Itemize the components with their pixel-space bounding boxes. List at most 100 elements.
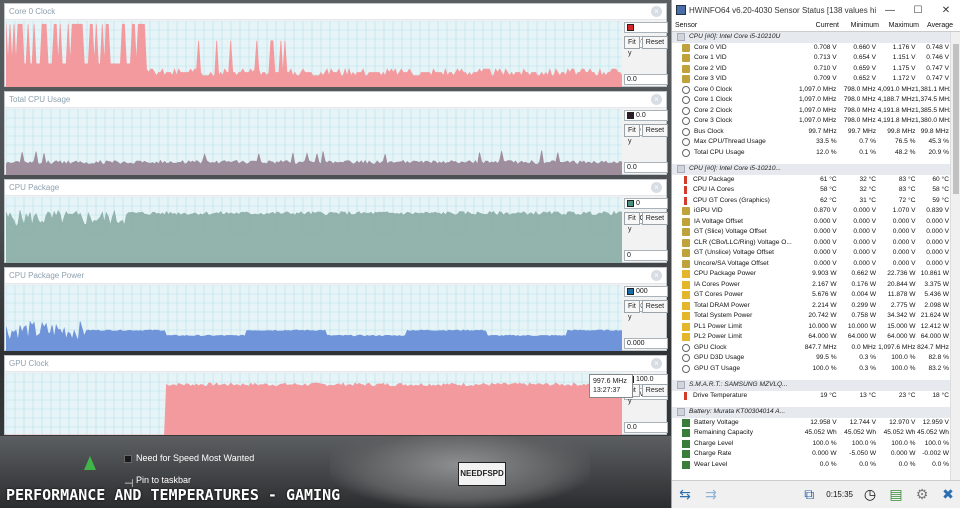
sensor-name: Core 2 VID [694, 64, 727, 72]
sensor-minimum: 798.0 MHz [843, 85, 876, 93]
reset-button[interactable]: Reset [641, 36, 669, 49]
sensor-average: 1,385.5 MHz [914, 106, 951, 114]
sensor-row[interactable]: CLR (CBo/LLC/Ring) Voltage O... 0.000 V … [672, 238, 951, 249]
legend-top-label: 0.0 [636, 112, 646, 119]
header-maximum[interactable]: Maximum [879, 20, 919, 31]
sensor-group[interactable]: S.M.A.R.T.: SAMSUNG MZVLQ... [672, 380, 951, 391]
taskbar-jump-list: Need for Speed Most Wanted ⊣ Pin to task… [122, 447, 272, 491]
close-graph-icon[interactable]: × [651, 94, 662, 105]
minimize-icon[interactable]: — [876, 5, 904, 16]
sensor-row[interactable]: Max CPU/Thread Usage 33.5 % 0.7 % 76.5 %… [672, 137, 951, 148]
color-swatch[interactable] [627, 24, 634, 31]
sensor-row[interactable]: GT Cores Power 5.676 W 0.004 W 11.878 W … [672, 290, 951, 301]
scrollbar-thumb[interactable] [953, 44, 959, 194]
sensor-name: IA Cores Power [694, 280, 740, 288]
fit-y-button[interactable]: Fit y [624, 124, 640, 145]
settings-icon[interactable]: ⚙ [911, 486, 933, 504]
sensor-average: 100.0 % [924, 439, 949, 447]
color-swatch[interactable] [627, 288, 634, 295]
jump-item-nfs[interactable]: Need for Speed Most Wanted [122, 447, 272, 469]
sensor-name: PL2 Power Limit [694, 333, 743, 340]
reset-button[interactable]: Reset [641, 300, 669, 313]
fit-y-button[interactable]: Fit y [624, 212, 640, 233]
sensor-row[interactable]: CPU Package Power 9.903 W 0.662 W 22.736… [672, 269, 951, 280]
close-icon[interactable]: ✕ [932, 5, 960, 16]
sensor-row[interactable]: GPU GT Usage 100.0 % 0.3 % 100.0 % 83.2 … [672, 364, 951, 375]
reset-button[interactable]: Reset [641, 384, 669, 397]
close-graph-icon[interactable]: × [651, 6, 662, 17]
voltage-icon [682, 207, 690, 215]
sensor-row[interactable]: Charge Level 100.0 % 100.0 % 100.0 % 100… [672, 439, 951, 450]
close-graph-icon[interactable]: × [651, 182, 662, 193]
sensor-average: 0.747 V [926, 64, 949, 72]
sensor-current: 0.000 W [812, 450, 837, 457]
sensor-row[interactable]: Core 0 Clock 1,097.0 MHz 798.0 MHz 4,091… [672, 85, 951, 96]
sensor-row[interactable]: GPU Clock 847.7 MHz 0.0 MHz 1,097.6 MHz … [672, 343, 951, 354]
sensor-group[interactable]: Battery: Murata KT00304014 A... [672, 407, 951, 418]
sensor-row[interactable]: CPU IA Cores 58 °C 32 °C 83 °C 58 °C [672, 185, 951, 196]
sensor-maximum: 20.844 W [887, 280, 916, 288]
vertical-scrollbar[interactable] [950, 32, 960, 480]
sensor-row[interactable]: Core 3 VID 0.709 V 0.652 V 1.172 V 0.747… [672, 74, 951, 85]
sensor-row[interactable]: Drive Temperature 19 °C 13 °C 23 °C 18 °… [672, 391, 951, 402]
maximize-icon[interactable]: ☐ [904, 5, 932, 16]
sensor-row[interactable]: Charge Rate 0.000 W -5.050 W 0.000 W -0.… [672, 449, 951, 460]
network-icon[interactable]: ⧉ [798, 486, 820, 504]
sensor-row[interactable]: Total System Power 20.742 W 0.758 W 34.3… [672, 311, 951, 322]
sensor-row[interactable]: iGPU VID 0.870 V 0.000 V 1.070 V 0.839 V [672, 206, 951, 217]
sensor-row[interactable]: GT (Slice) Voltage Offset 0.000 V 0.000 … [672, 227, 951, 238]
fit-y-button[interactable]: Fit y [624, 300, 640, 321]
sensor-average: 82.8 % [928, 354, 949, 361]
sensor-row[interactable]: Total CPU Usage 12.0 % 0.1 % 48.2 % 20.9… [672, 148, 951, 159]
sensor-row[interactable]: GPU D3D Usage 99.5 % 0.3 % 100.0 % 82.8 … [672, 353, 951, 364]
color-swatch[interactable] [627, 112, 634, 119]
close-graph-icon[interactable]: × [651, 358, 662, 369]
sensor-row[interactable]: Battery Voltage 12.958 V 12.744 V 12.970… [672, 418, 951, 429]
sensor-row[interactable]: Core 0 VID 0.708 V 0.660 V 1.176 V 0.748… [672, 43, 951, 54]
sensor-row[interactable]: Core 3 Clock 1,097.0 MHz 798.0 MHz 4,191… [672, 116, 951, 127]
header-current[interactable]: Current [800, 20, 839, 31]
sensor-row[interactable]: Remaining Capacity 45.052 Wh 45.052 Wh 4… [672, 428, 951, 439]
sensor-row[interactable]: CPU Package 61 °C 32 °C 83 °C 60 °C [672, 175, 951, 186]
sensor-row[interactable]: CPU GT Cores (Graphics) 62 °C 31 °C 72 °… [672, 196, 951, 207]
reset-button[interactable]: Reset [641, 124, 669, 137]
sensor-row[interactable]: PL1 Power Limit 10.000 W 10.000 W 15.000… [672, 322, 951, 333]
sensor-row[interactable]: GT (Unslice) Voltage Offset 0.000 V 0.00… [672, 248, 951, 259]
sensor-current: 0.000 V [813, 249, 837, 256]
sensor-row[interactable]: IA Voltage Offset 0.000 V 0.000 V 0.000 … [672, 217, 951, 228]
sensor-current: 0.708 V [813, 43, 837, 51]
nav-left-icon[interactable]: ⇆ [674, 486, 696, 504]
header-minimum[interactable]: Minimum [839, 20, 879, 31]
color-swatch[interactable] [627, 200, 634, 207]
exit-icon[interactable]: ✖ [937, 486, 959, 504]
sensor-row[interactable]: Wear Level 0.0 % 0.0 % 0.0 % 0.0 % [672, 460, 951, 471]
sensor-row[interactable]: Core 1 Clock 1,097.0 MHz 798.0 MHz 4,188… [672, 95, 951, 106]
header-average[interactable]: Average [919, 20, 955, 31]
clock-icon[interactable]: ◷ [859, 486, 881, 504]
sensor-minimum: 45.052 Wh [844, 429, 877, 436]
sensor-row[interactable]: Core 1 VID 0.713 V 0.654 V 1.151 V 0.746… [672, 53, 951, 64]
sensor-row[interactable]: IA Cores Power 2.167 W 0.176 W 20.844 W … [672, 280, 951, 291]
power-icon [682, 301, 690, 310]
fit-y-button[interactable]: Fit y [624, 36, 640, 57]
report-icon[interactable]: ▤ [885, 486, 907, 504]
sensor-row[interactable]: PL2 Power Limit 64.000 W 64.000 W 64.000… [672, 332, 951, 343]
close-graph-icon[interactable]: × [651, 270, 662, 281]
sensor-average: 1,380.0 MHz [914, 117, 951, 124]
reset-button[interactable]: Reset [641, 212, 669, 225]
sensor-row[interactable]: Core 2 VID 0.710 V 0.659 V 1.175 V 0.747… [672, 64, 951, 75]
sensor-current: 0.000 V [813, 238, 837, 246]
graph-buttons: Fit y Reset [624, 36, 669, 57]
sensor-maximum: 45.052 Wh [883, 429, 916, 436]
sensor-name: Wear Level [694, 460, 728, 468]
header-sensor[interactable]: Sensor [672, 20, 800, 31]
sensor-current: 19 °C [820, 391, 837, 399]
sensor-row[interactable]: Bus Clock 99.7 MHz 99.7 MHz 99.8 MHz 99.… [672, 127, 951, 138]
sensor-row[interactable]: Total DRAM Power 2.214 W 0.299 W 2.775 W… [672, 301, 951, 312]
nav-right-icon[interactable]: ⇉ [700, 486, 722, 504]
sensor-group[interactable]: CPU [#0]: Intel Core i5-10210... [672, 164, 951, 175]
graph-title: Total CPU Usage [5, 92, 666, 108]
sensor-row[interactable]: Uncore/SA Voltage Offset 0.000 V 0.000 V… [672, 259, 951, 270]
sensor-group[interactable]: CPU [#0]: Intel Core i5-10210U [672, 32, 951, 43]
sensor-row[interactable]: Core 2 Clock 1,097.0 MHz 798.0 MHz 4,191… [672, 106, 951, 117]
